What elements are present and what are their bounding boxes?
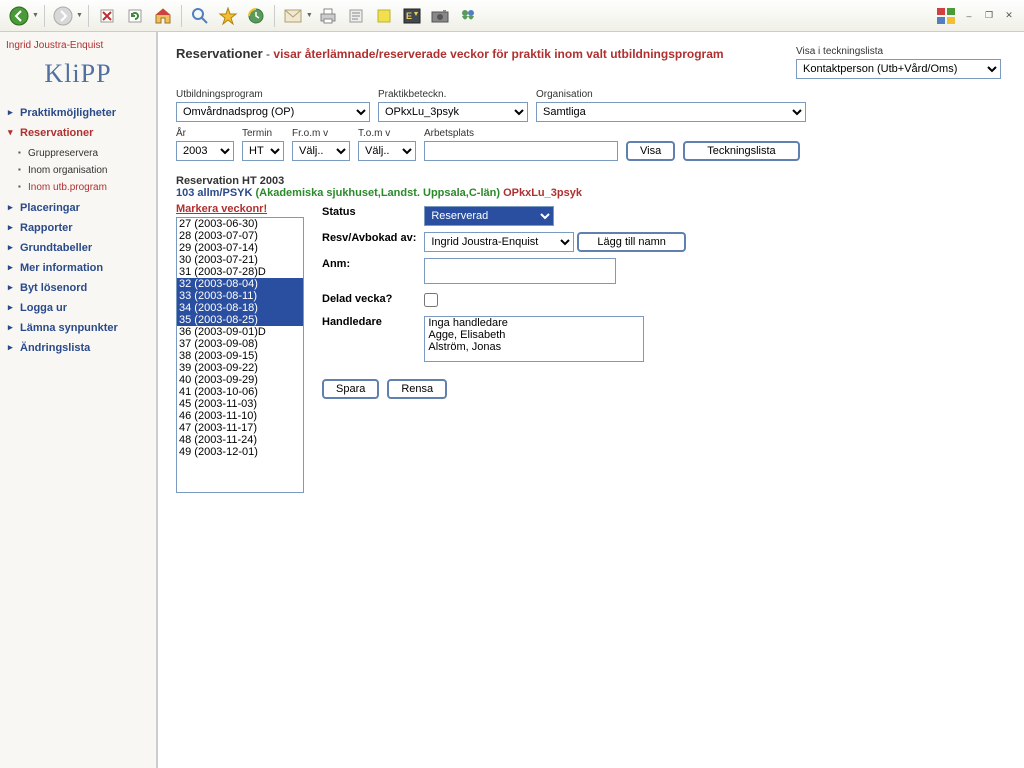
research-button[interactable]: E xyxy=(399,3,425,29)
week-item[interactable]: 37 (2003-09-08) xyxy=(177,338,303,350)
week-item[interactable]: 47 (2003-11-17) xyxy=(177,422,303,434)
subnav-inom-utb[interactable]: Inom utb.program xyxy=(16,179,150,196)
back-dropdown-icon[interactable]: ▼ xyxy=(32,12,39,19)
arbets-input[interactable] xyxy=(424,141,618,161)
page-title: Reservationer - visar återlämnade/reserv… xyxy=(176,46,766,61)
print-button[interactable] xyxy=(315,3,341,29)
messenger-button[interactable] xyxy=(455,3,481,29)
handledare-item[interactable]: Inga handledare xyxy=(425,317,643,329)
rensa-button[interactable]: Rensa xyxy=(387,379,447,399)
week-listbox[interactable]: 27 (2003-06-30)28 (2003-07-07)29 (2003-0… xyxy=(176,217,304,493)
favorites-button[interactable] xyxy=(215,3,241,29)
mail-dropdown-icon[interactable]: ▼ xyxy=(306,12,313,19)
nav-reservationer[interactable]: Reservationer xyxy=(6,123,150,143)
browser-toolbar: ▼ ▼ ▼ E – ❐ ✕ xyxy=(0,0,1024,32)
subnav-gruppreservera[interactable]: Gruppreservera xyxy=(16,145,150,162)
close-button[interactable]: ✕ xyxy=(1000,9,1018,23)
nav-logga-ur[interactable]: Logga ur xyxy=(6,298,150,318)
week-item[interactable]: 41 (2003-10-06) xyxy=(177,386,303,398)
nav-rapporter[interactable]: Rapporter xyxy=(6,218,150,238)
teckningslista-button[interactable]: Teckningslista xyxy=(683,141,799,161)
week-item[interactable]: 27 (2003-06-30) xyxy=(177,218,303,230)
week-item[interactable]: 28 (2003-07-07) xyxy=(177,230,303,242)
markera-label: Markera veckonr! xyxy=(176,203,304,215)
week-item[interactable]: 45 (2003-11-03) xyxy=(177,398,303,410)
termin-select[interactable]: HT xyxy=(242,141,284,161)
username-label: Ingrid Joustra-Enquist xyxy=(6,40,150,51)
nav-menu: Praktikmöjligheter Reservationer Gruppre… xyxy=(6,103,150,358)
stop-button[interactable] xyxy=(94,3,120,29)
nav-byt-losenord[interactable]: Byt lösenord xyxy=(6,278,150,298)
status-select[interactable]: Reserverad xyxy=(424,206,554,226)
nav-grundtabeller[interactable]: Grundtabeller xyxy=(6,238,150,258)
week-item[interactable]: 48 (2003-11-24) xyxy=(177,434,303,446)
nav-praktik[interactable]: Praktikmöjligheter xyxy=(6,103,150,123)
spara-button[interactable]: Spara xyxy=(322,379,379,399)
nav-mer-info[interactable]: Mer information xyxy=(6,258,150,278)
reservation-info: Reservation HT 2003 103 allm/PSYK (Akade… xyxy=(176,175,1006,199)
home-button[interactable] xyxy=(150,3,176,29)
forward-button[interactable] xyxy=(50,3,76,29)
history-button[interactable] xyxy=(243,3,269,29)
mail-button[interactable] xyxy=(280,3,306,29)
week-item[interactable]: 31 (2003-07-28)D xyxy=(177,266,303,278)
visa-select[interactable]: Kontaktperson (Utb+Vård/Oms) xyxy=(796,59,1001,79)
ar-select[interactable]: 2003 xyxy=(176,141,234,161)
svg-text:E: E xyxy=(406,11,412,21)
utbprog-select[interactable]: Omvårdnadsprog (OP) xyxy=(176,102,370,122)
week-item[interactable]: 36 (2003-09-01)D xyxy=(177,326,303,338)
lagg-till-button[interactable]: Lägg till namn xyxy=(577,232,686,252)
prakt-select[interactable]: OPkxLu_3psyk xyxy=(378,102,528,122)
forward-dropdown-icon[interactable]: ▼ xyxy=(76,12,83,19)
week-item[interactable]: 35 (2003-08-25) xyxy=(177,314,303,326)
handledare-item[interactable]: Alström, Jonas xyxy=(425,341,643,353)
nav-andringslista[interactable]: Ändringslista xyxy=(6,338,150,358)
week-item[interactable]: 46 (2003-11-10) xyxy=(177,410,303,422)
visa-button[interactable]: Visa xyxy=(626,141,675,161)
visa-label: Visa i teckningslista xyxy=(796,46,1006,57)
anm-textarea[interactable] xyxy=(424,258,616,284)
content-area: Reservationer - visar återlämnade/reserv… xyxy=(158,32,1024,768)
app-logo: KliPP xyxy=(6,59,150,89)
week-item[interactable]: 49 (2003-12-01) xyxy=(177,446,303,458)
delad-checkbox[interactable] xyxy=(424,293,438,307)
minimize-button[interactable]: – xyxy=(960,9,978,23)
nav-placeringar[interactable]: Placeringar xyxy=(6,198,150,218)
subnav-inom-org[interactable]: Inom organisation xyxy=(16,162,150,179)
week-item[interactable]: 40 (2003-09-29) xyxy=(177,374,303,386)
handledare-listbox[interactable]: Inga handledareAgge, ElisabethAlström, J… xyxy=(424,316,644,362)
week-item[interactable]: 38 (2003-09-15) xyxy=(177,350,303,362)
nav-synpunkter[interactable]: Lämna synpunkter xyxy=(6,318,150,338)
camera-button[interactable] xyxy=(427,3,453,29)
sidebar: Ingrid Joustra-Enquist KliPP Praktikmöjl… xyxy=(0,32,158,768)
restore-button[interactable]: ❐ xyxy=(980,9,998,23)
notes-button[interactable] xyxy=(371,3,397,29)
tom-select[interactable]: Välj.. xyxy=(358,141,416,161)
org-select[interactable]: Samtliga xyxy=(536,102,806,122)
search-button[interactable] xyxy=(187,3,213,29)
back-button[interactable] xyxy=(6,3,32,29)
week-item[interactable]: 39 (2003-09-22) xyxy=(177,362,303,374)
handledare-item[interactable]: Agge, Elisabeth xyxy=(425,329,643,341)
edit-button[interactable] xyxy=(343,3,369,29)
week-item[interactable]: 34 (2003-08-18) xyxy=(177,302,303,314)
week-item[interactable]: 33 (2003-08-11) xyxy=(177,290,303,302)
week-item[interactable]: 29 (2003-07-14) xyxy=(177,242,303,254)
refresh-button[interactable] xyxy=(122,3,148,29)
windows-logo-icon xyxy=(936,7,958,25)
week-item[interactable]: 32 (2003-08-04) xyxy=(177,278,303,290)
week-item[interactable]: 30 (2003-07-21) xyxy=(177,254,303,266)
from-select[interactable]: Välj.. xyxy=(292,141,350,161)
resv-select[interactable]: Ingrid Joustra-Enquist xyxy=(424,232,574,252)
